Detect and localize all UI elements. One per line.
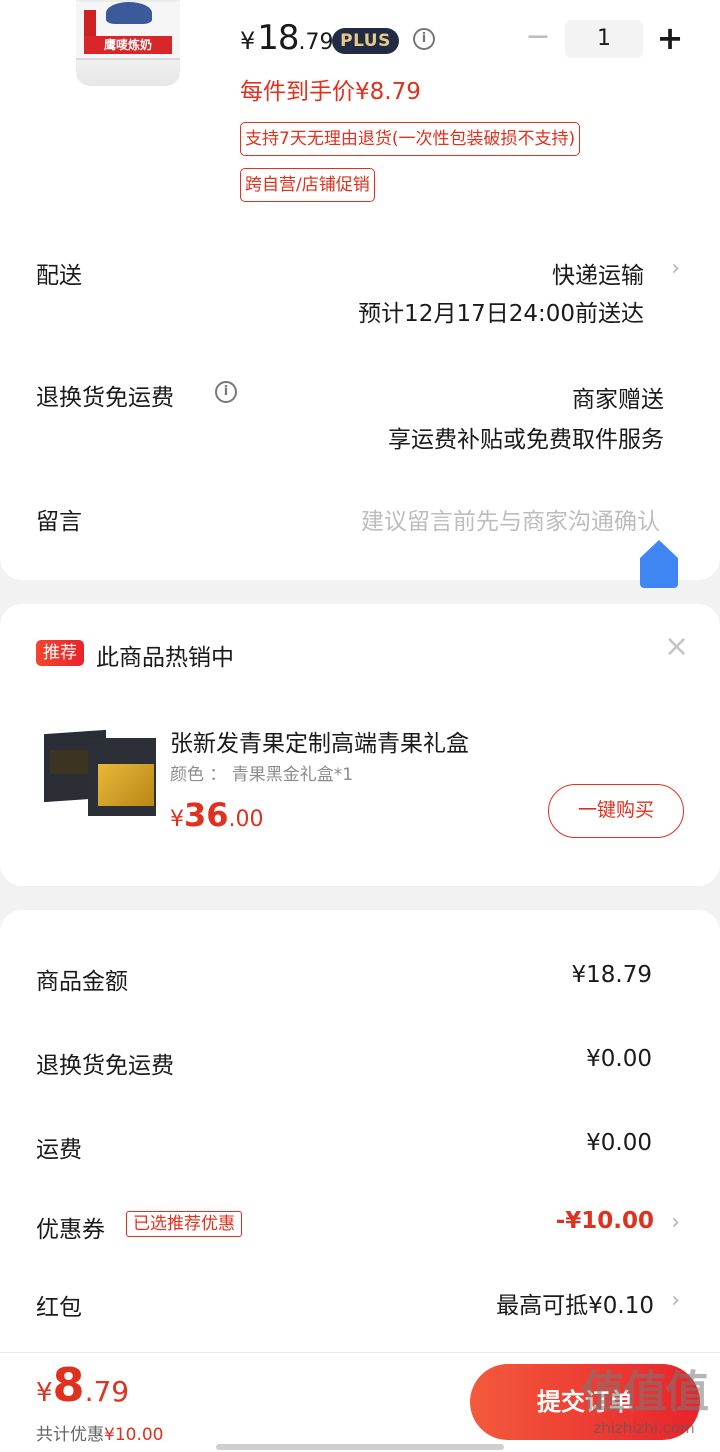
return-shipping-value: 商家赠送: [572, 387, 664, 413]
recommend-item-price: ¥ 36 .00: [170, 796, 264, 834]
summary-row-label: 商品金额: [36, 969, 128, 995]
message-label: 留言: [36, 509, 82, 535]
coupon-label: 优惠券: [36, 1217, 105, 1243]
total-price-integer: 8: [52, 1358, 85, 1412]
home-icon-base: [640, 558, 678, 588]
return-shipping-desc: 享运费补贴或免费取件服务: [388, 427, 664, 453]
return-shipping-info-icon[interactable]: i: [215, 381, 237, 403]
product-image-label: 鹰唛炼奶: [84, 36, 172, 54]
price-info-icon[interactable]: i: [413, 28, 435, 50]
recommend-price-integer: 36: [184, 796, 229, 834]
recommend-item-spec: 颜色 ： 青果黑金礼盒*1: [170, 765, 354, 785]
summary-row-value: ¥0.00: [586, 1046, 652, 1072]
quantity-increase-button[interactable]: +: [654, 20, 686, 56]
recommend-title: 此商品热销中: [96, 645, 234, 671]
product-price-integer: 18: [257, 18, 299, 58]
delivery-estimate: 预计12月17日24:00前送达: [358, 301, 644, 327]
total-discount: 共计优惠¥10.00: [36, 1420, 163, 1445]
return-policy-tag: 支持7天无理由退货(一次性包装破损不支持): [240, 122, 581, 156]
recommend-price-symbol: ¥: [170, 807, 184, 832]
quantity-decrease-button[interactable]: −: [524, 22, 552, 56]
gift-box-print: [50, 750, 90, 774]
total-discount-label: 共计优惠: [36, 1425, 104, 1445]
eagle-logo-icon: [106, 2, 152, 24]
red-packet-value[interactable]: 最高可抵¥0.10: [496, 1286, 654, 1320]
close-icon[interactable]: ×: [664, 632, 689, 662]
floating-home-button[interactable]: [640, 540, 678, 588]
product-image[interactable]: 鹰唛炼奶: [76, 0, 180, 86]
return-shipping-label: 退换货免运费: [36, 385, 174, 411]
coupon-chevron-icon[interactable]: ›: [671, 1210, 680, 1235]
recommend-badge: 推荐: [36, 640, 84, 666]
product-price-symbol: ¥: [240, 27, 256, 55]
delivery-label: 配送: [36, 263, 82, 289]
product-price: ¥ 18 .79: [240, 18, 334, 64]
recommend-item-name[interactable]: 张新发青果定制高端青果礼盒: [170, 724, 469, 758]
summary-row-value: ¥18.79: [571, 962, 652, 988]
submit-order-button[interactable]: 提交订单: [470, 1364, 700, 1440]
promotion-tag: 跨自营/店铺促销: [240, 168, 375, 202]
summary-row-label: 运费: [36, 1137, 82, 1163]
message-input[interactable]: 建议留言前先与商家沟通确认: [361, 502, 660, 536]
delivery-chevron-icon[interactable]: ›: [671, 256, 680, 281]
red-packet-chevron-icon[interactable]: ›: [671, 1288, 680, 1313]
home-indicator[interactable]: [216, 1444, 504, 1450]
red-packet-label: 红包: [36, 1295, 82, 1321]
one-click-buy-button[interactable]: 一键购买: [548, 784, 684, 838]
recommend-price-decimal: .00: [228, 807, 264, 832]
total-price: ¥ 8 .79: [36, 1358, 129, 1412]
total-price-decimal: .79: [84, 1375, 130, 1408]
total-discount-amount: ¥10.00: [104, 1425, 164, 1445]
gift-box-image[interactable]: [44, 724, 158, 822]
delivery-method[interactable]: 快递运输: [552, 256, 644, 290]
home-icon: [640, 540, 678, 558]
summary-row-value: ¥0.00: [586, 1130, 652, 1156]
gift-box-contents: [98, 764, 154, 806]
per-item-price: 每件到手价¥8.79: [240, 79, 421, 105]
coupon-value[interactable]: -¥10.00: [556, 1208, 654, 1234]
product-price-decimal: .79: [298, 30, 334, 55]
coupon-selected-tag: 已选推荐优惠: [126, 1211, 242, 1237]
quantity-input[interactable]: 1: [565, 20, 643, 58]
plus-member-badge: PLUS: [332, 28, 399, 54]
summary-row-label: 退换货免运费: [36, 1053, 174, 1079]
total-price-symbol: ¥: [36, 1378, 53, 1408]
